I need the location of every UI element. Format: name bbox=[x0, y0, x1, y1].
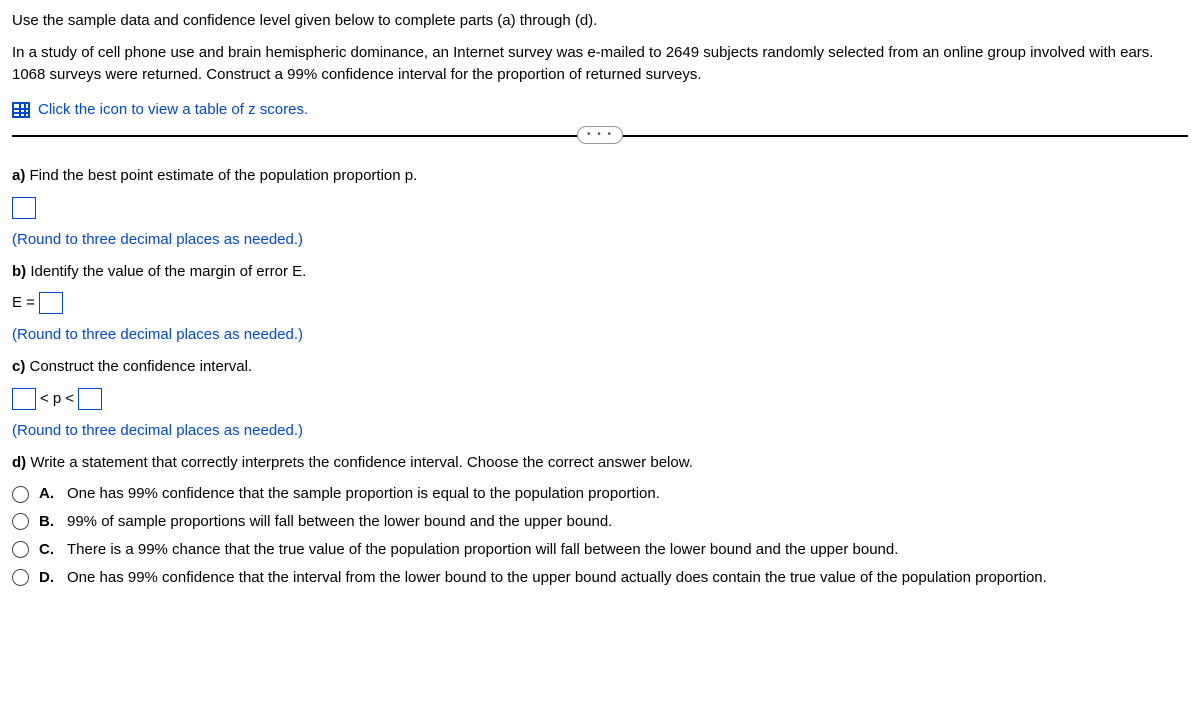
part-a-text: Find the best point estimate of the popu… bbox=[25, 167, 417, 184]
choice-d-text: One has 99% confidence that the interval… bbox=[67, 567, 1047, 589]
part-c-hint: (Round to three decimal places as needed… bbox=[12, 420, 1188, 442]
part-b-input[interactable] bbox=[39, 292, 63, 314]
choice-d: D. One has 99% confidence that the inter… bbox=[12, 567, 1188, 589]
choices-list: A. One has 99% confidence that the sampl… bbox=[12, 483, 1188, 588]
part-a-input-row bbox=[12, 197, 1188, 219]
choice-a-text: One has 99% confidence that the sample p… bbox=[67, 483, 660, 505]
table-icon bbox=[12, 102, 30, 118]
problem-text: In a study of cell phone use and brain h… bbox=[12, 42, 1188, 86]
part-c-text: Construct the confidence interval. bbox=[25, 358, 252, 375]
choice-a-radio[interactable] bbox=[12, 486, 29, 503]
part-b-label: b) bbox=[12, 263, 26, 280]
choice-b-letter: B. bbox=[39, 511, 57, 533]
choice-d-radio[interactable] bbox=[12, 569, 29, 586]
part-c-mid: < p < bbox=[40, 388, 74, 410]
z-table-link[interactable]: Click the icon to view a table of z scor… bbox=[12, 99, 1188, 121]
part-c-upper-input[interactable] bbox=[78, 388, 102, 410]
part-d-label: d) bbox=[12, 454, 26, 471]
choice-c-radio[interactable] bbox=[12, 541, 29, 558]
more-button[interactable]: • • • bbox=[577, 126, 623, 144]
part-a-hint: (Round to three decimal places as needed… bbox=[12, 229, 1188, 251]
choice-c-text: There is a 99% chance that the true valu… bbox=[67, 539, 898, 561]
part-b-hint: (Round to three decimal places as needed… bbox=[12, 324, 1188, 346]
choice-d-letter: D. bbox=[39, 567, 57, 589]
part-c-label: c) bbox=[12, 358, 25, 375]
section-divider: • • • bbox=[12, 135, 1188, 137]
part-a: a) Find the best point estimate of the p… bbox=[12, 165, 1188, 187]
part-d: d) Write a statement that correctly inte… bbox=[12, 452, 1188, 474]
part-c: c) Construct the confidence interval. bbox=[12, 356, 1188, 378]
part-a-label: a) bbox=[12, 167, 25, 184]
choice-a: A. One has 99% confidence that the sampl… bbox=[12, 483, 1188, 505]
choice-a-letter: A. bbox=[39, 483, 57, 505]
choice-c-letter: C. bbox=[39, 539, 57, 561]
choice-c: C. There is a 99% chance that the true v… bbox=[12, 539, 1188, 561]
part-c-input-row: < p < bbox=[12, 388, 1188, 410]
choice-b-text: 99% of sample proportions will fall betw… bbox=[67, 511, 612, 533]
z-table-link-label: Click the icon to view a table of z scor… bbox=[38, 99, 308, 121]
part-a-input[interactable] bbox=[12, 197, 36, 219]
part-c-lower-input[interactable] bbox=[12, 388, 36, 410]
part-b-prefix: E = bbox=[12, 292, 35, 314]
part-d-text: Write a statement that correctly interpr… bbox=[26, 454, 693, 471]
instruction-text: Use the sample data and confidence level… bbox=[12, 10, 1188, 32]
part-b-text: Identify the value of the margin of erro… bbox=[26, 263, 306, 280]
part-b-input-row: E = bbox=[12, 292, 1188, 314]
choice-b: B. 99% of sample proportions will fall b… bbox=[12, 511, 1188, 533]
choice-b-radio[interactable] bbox=[12, 513, 29, 530]
part-b: b) Identify the value of the margin of e… bbox=[12, 261, 1188, 283]
